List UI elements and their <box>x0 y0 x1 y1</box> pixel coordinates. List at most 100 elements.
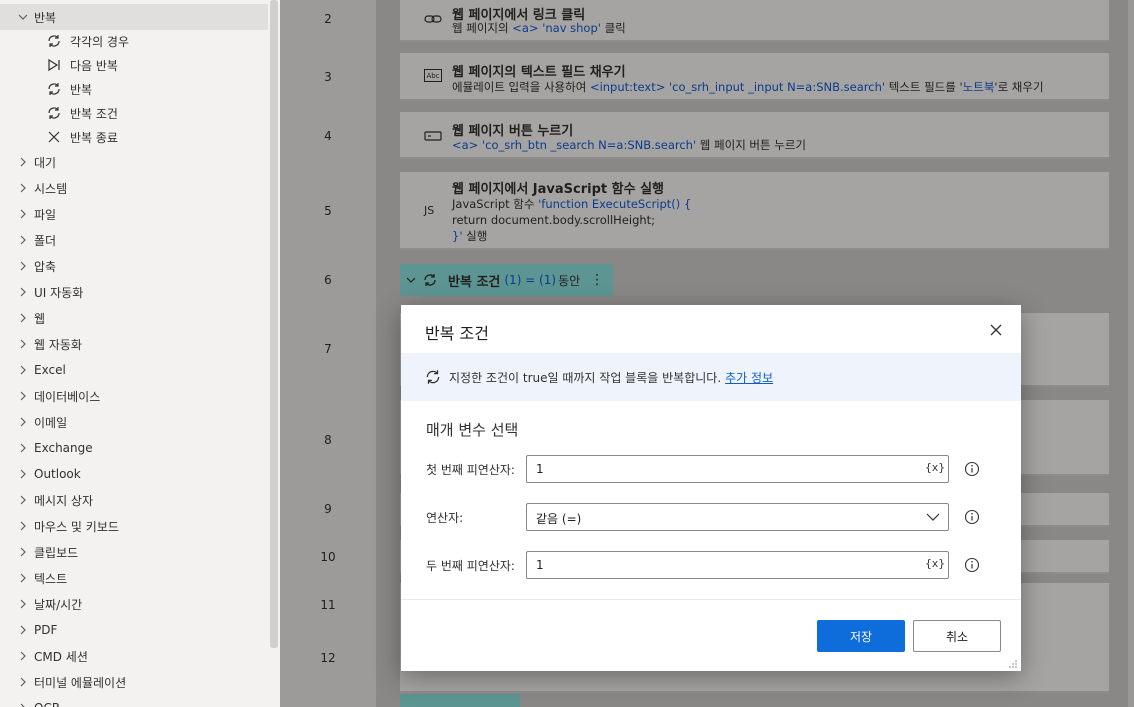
group-15[interactable]: 마우스 및 키보드 <box>0 513 268 539</box>
button-icon <box>424 128 442 144</box>
group-label: 텍스트 <box>34 571 68 586</box>
action-exit-loop[interactable]: 반복 종료 <box>0 125 268 149</box>
cancel-button[interactable]: 취소 <box>913 620 1001 652</box>
step-description: 웹 페이지의 <a> 'nav shop' 클릭 <box>452 20 626 36</box>
group-2[interactable]: 시스템 <box>0 175 268 201</box>
text-field-icon: Abc <box>424 69 442 82</box>
group-label: 메시지 상자 <box>34 493 94 508</box>
flow-step-loop-condition[interactable]: 반복 조건 (1) = (1) 동안 ⋮ <box>400 264 613 296</box>
variable-picker-icon[interactable]: {x} <box>925 557 945 570</box>
sidebar-scrollbar[interactable] <box>270 0 278 648</box>
field-label: 두 번째 피연산자: <box>426 559 515 573</box>
action-loop[interactable]: 반복 <box>0 77 268 101</box>
group-label: 폴더 <box>34 233 57 248</box>
group-5[interactable]: 압축 <box>0 253 268 279</box>
line-number: 9 <box>324 502 332 516</box>
group-10[interactable]: 데이터베이스 <box>0 383 268 409</box>
step-title: 반복 조건 <box>448 274 501 290</box>
chevron-right-icon <box>16 417 30 427</box>
first-operand-input[interactable]: 1 {x} <box>526 455 949 483</box>
info-icon[interactable] <box>964 461 980 477</box>
group-label: OCR <box>34 701 60 707</box>
group-20[interactable]: CMD 세션 <box>0 643 268 669</box>
group-3[interactable]: 파일 <box>0 201 268 227</box>
next-loop-icon <box>46 57 62 73</box>
group-label: UI 자동화 <box>34 285 84 300</box>
group-1[interactable]: 대기 <box>0 149 268 175</box>
chevron-right-icon <box>16 521 30 531</box>
close-icon[interactable] <box>985 319 1007 341</box>
loop-condition-dialog: 반복 조건 지정한 조건이 true일 때까지 작업 블록을 반복합니다. 추가… <box>401 305 1021 671</box>
desc-text: 웹 페이지의 <box>452 21 513 35</box>
variable-picker-icon[interactable]: {x} <box>925 461 945 474</box>
desc-token: 'function ExecuteScript() { <box>538 197 692 211</box>
group-9[interactable]: Excel <box>0 357 268 383</box>
group-label: Exchange <box>34 441 93 455</box>
chevron-down-icon <box>926 510 940 524</box>
flow-scrollbar[interactable] <box>1128 0 1134 707</box>
step-params: (1) = (1) <box>504 273 557 287</box>
group-label: 날짜/시간 <box>34 597 83 612</box>
action-loop-condition[interactable]: 반복 조건 <box>0 101 268 125</box>
line-number: 4 <box>324 129 332 143</box>
chevron-right-icon <box>16 235 30 245</box>
resize-grip-icon[interactable] <box>1008 658 1018 668</box>
group-label: 파일 <box>34 207 57 222</box>
chevron-right-icon <box>16 677 30 687</box>
line-number: 8 <box>324 433 332 447</box>
flow-step-end[interactable] <box>400 694 520 707</box>
group-11[interactable]: 이메일 <box>0 409 268 435</box>
group-17[interactable]: 텍스트 <box>0 565 268 591</box>
flow-step-run-javascript[interactable]: JS 웹 페이지에서 JavaScript 함수 실행 JavaScript 함… <box>400 172 1109 250</box>
section-title: 매개 변수 선택 <box>426 421 519 439</box>
chevron-right-icon <box>16 339 30 349</box>
flow-step-press-button[interactable]: 웹 페이지 버튼 누르기 <a> 'co_srh_btn _search N=a… <box>400 112 1109 159</box>
group-14[interactable]: 메시지 상자 <box>0 487 268 513</box>
more-options-icon[interactable]: ⋮ <box>590 272 604 288</box>
action-label: 반복 <box>70 82 93 97</box>
step-description: 에뮬레이트 입력을 사용하여 <input:text> 'co_srh_inpu… <box>452 79 1044 95</box>
more-info-link[interactable]: 추가 정보 <box>725 369 773 386</box>
operator-select[interactable]: 같음 (=) <box>526 503 949 531</box>
desc-text: 텍스트 필드를 ' <box>885 80 963 94</box>
group-19[interactable]: PDF <box>0 617 268 643</box>
info-icon[interactable] <box>964 509 980 525</box>
desc-token: <input:text> 'co_srh_input _input N=a:SN… <box>589 80 886 94</box>
group-8[interactable]: 웹 자동화 <box>0 331 268 357</box>
group-12[interactable]: Exchange <box>0 435 268 461</box>
chevron-down-icon[interactable] <box>406 275 418 285</box>
group-21[interactable]: 터미널 에뮬레이션 <box>0 669 268 695</box>
chevron-right-icon <box>16 703 30 707</box>
line-number: 7 <box>324 342 332 356</box>
flow-step-fill-text-field[interactable]: Abc 웹 페이지의 텍스트 필드 채우기 에뮬레이트 입력을 사용하여 <in… <box>400 53 1109 101</box>
step-description: <a> 'co_srh_btn _search N=a:SNB.search' … <box>452 137 806 153</box>
second-operand-input[interactable]: 1 {x} <box>526 551 949 579</box>
group-18[interactable]: 날짜/시간 <box>0 591 268 617</box>
chevron-right-icon <box>16 391 30 401</box>
flow-step-click-link[interactable]: 웹 페이지에서 링크 클릭 웹 페이지의 <a> 'nav shop' 클릭 <box>400 0 1109 42</box>
line-number-gutter: 2 3 4 5 6 7 8 9 10 11 12 <box>280 0 376 707</box>
info-icon[interactable] <box>964 557 980 573</box>
chevron-right-icon <box>16 287 30 297</box>
desc-text: '로 채우기 <box>994 80 1044 94</box>
line-number: 10 <box>320 550 336 564</box>
chevron-right-icon <box>16 495 30 505</box>
group-4[interactable]: 폴더 <box>0 227 268 253</box>
exit-loop-icon <box>46 129 62 145</box>
group-6[interactable]: UI 자동화 <box>0 279 268 305</box>
dialog-title: 반복 조건 <box>425 324 489 343</box>
action-next-loop[interactable]: 다음 반복 <box>0 53 268 77</box>
group-16[interactable]: 클립보드 <box>0 539 268 565</box>
desc-text: 실행 <box>462 229 488 243</box>
info-text: 지정한 조건이 true일 때까지 작업 블록을 반복합니다. <box>449 370 722 385</box>
group-22[interactable]: OCR <box>0 695 268 707</box>
save-button[interactable]: 저장 <box>817 620 905 652</box>
step-description: JavaScript 함수 'function ExecuteScript() … <box>452 196 691 212</box>
group-13[interactable]: Outlook <box>0 461 268 487</box>
group-7[interactable]: 웹 <box>0 305 268 331</box>
line-number: 11 <box>320 598 336 612</box>
group-loop[interactable]: 반복 <box>0 4 268 30</box>
desc-token: <a> 'nav shop' <box>512 21 601 35</box>
action-for-each[interactable]: 각각의 경우 <box>0 29 268 53</box>
desc-text: 에뮬레이트 입력을 사용하여 <box>452 80 590 94</box>
